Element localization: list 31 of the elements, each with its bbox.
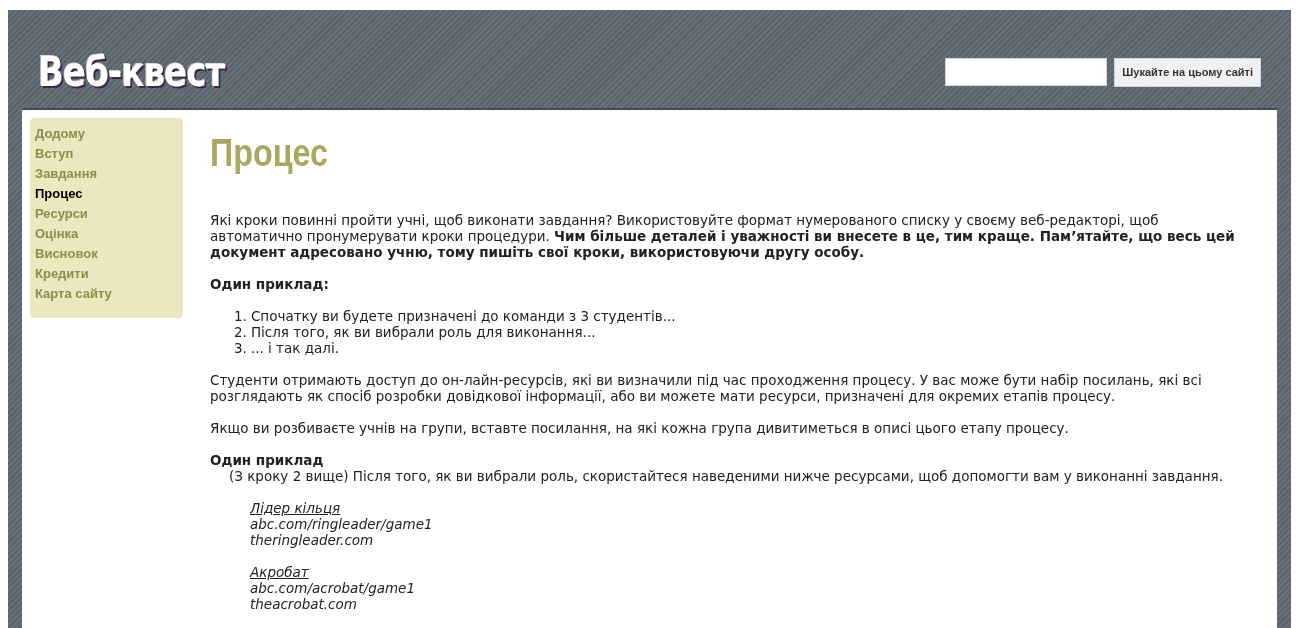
paragraph: Які кроки повинні пройти учні, щоб виконати завдання? Використовуйте формат нумерованого списку у своєму веб-редакторі, щоб автоматично пронумерувати кроки процедури. Чим більше деталей і уважності ви внесете в це, тим краще. Пам’ятайте, що весь цей документ адресовано учню, тому пишіть свої кроки, використовуючи другу особу. [210,212,1236,260]
nav-link[interactable]: Оцінка [35,224,178,244]
list-item-text: ... і так далі. [250,340,339,356]
list-number: 2. [234,324,247,340]
resource-url: abc.com/acrobat/game1 [250,580,415,596]
search-field[interactable] [945,58,1108,86]
nav-link[interactable]: Кредити [35,264,178,284]
nav-link[interactable]: Ресурси [35,204,178,224]
nav-link[interactable]: Карта сайту [35,284,178,304]
nav-link[interactable]: Завдання [35,164,178,184]
section-heading: Один приклад: [210,276,330,292]
page-title: Процес [210,134,329,172]
resource-link[interactable]: Акробат [250,564,309,580]
nav-link[interactable]: Додому [35,124,178,144]
resource-url: theringleader.com [250,532,374,548]
paragraph: Студенти отримають доступ до он-лайн-ресурсів, які ви визначили під час проходження процесу. У вас може бути набір посилань, які всі розглядають як спосіб розробки довідкової інформації, або ви можете мати ресурси, призначені для окремих етапів процесу. [210,372,1203,404]
nav-link[interactable]: Вступ [35,144,178,164]
resource-link[interactable]: Лідер кільця [250,500,341,516]
section-heading: Один приклад [210,452,325,468]
search-button[interactable]: Шукайте на цьому сайті [1114,57,1261,87]
list-item-text: Після того, як ви вибрали роль для виконання... [250,324,596,340]
paragraph: Якщо ви розбиваєте учнів на групи, вставте посилання, на які кожна група дивитиметься в описі цього етапу процесу. [210,420,1070,436]
list-item-text: Спочатку ви будете призначені до команди з 3 студентів... [250,308,676,324]
paragraph: (З кроку 2 вище) Після того, як ви вибрали роль, скористайтеся наведеними нижче ресурсами, щоб допомогти вам у виконанні завдання. [228,468,1224,484]
resource-url: theacrobat.com [250,596,357,612]
nav-link[interactable]: Висновок [35,244,178,264]
site-logo: Веб-квест [38,52,225,92]
list-number: 1. [234,308,247,324]
list-number: 3. [234,340,247,356]
resource-url: abc.com/ringleader/game1 [250,516,433,532]
nav-link[interactable]: Процес [35,184,178,204]
